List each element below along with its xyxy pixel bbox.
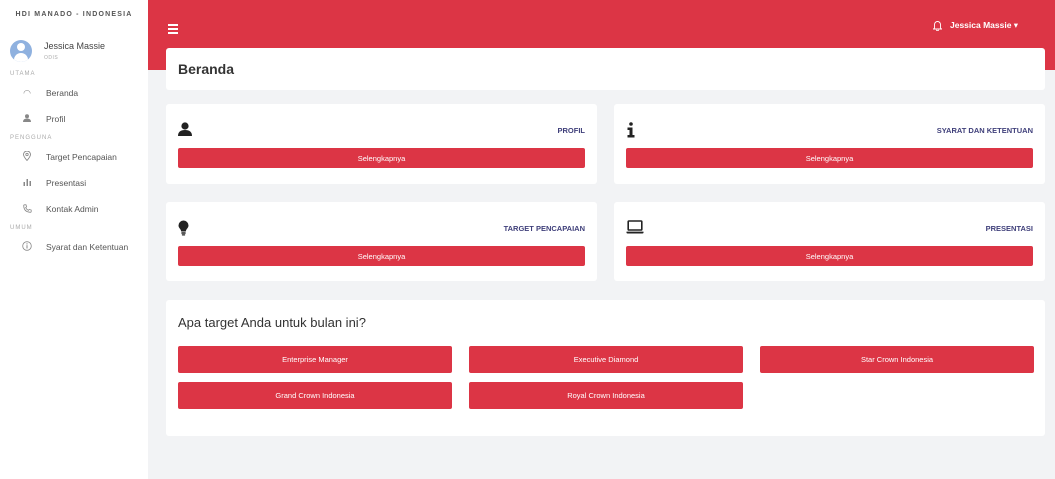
sidebar-item-label: Kontak Admin — [46, 204, 99, 214]
sidebar-item-label: Target Pencapaian — [46, 152, 117, 162]
sidebar-item-presentasi[interactable]: Presentasi — [0, 170, 148, 196]
sidebar-item-label: Profil — [46, 114, 66, 124]
phone-icon — [20, 203, 34, 215]
info-circle-icon — [20, 241, 34, 253]
card-label: PRESENTASI — [985, 224, 1033, 233]
page-title: Beranda — [166, 48, 1045, 90]
target-button-grand-crown-indonesia[interactable]: Grand Crown Indonesia — [178, 382, 452, 409]
bar-chart-icon — [20, 178, 34, 188]
user-menu-dropdown[interactable]: Jessica Massie ▾ — [950, 20, 1018, 31]
card-label: TARGET PENCAPAIAN — [503, 224, 585, 233]
card-label: SYARAT DAN KETENTUAN — [936, 126, 1033, 135]
dashboard-icon: ◠ — [23, 87, 31, 98]
sidebar-item-syarat-dan-ketentuan[interactable]: Syarat dan Ketentuan — [0, 234, 148, 260]
selengkapnya-button[interactable]: Selengkapnya — [178, 246, 585, 266]
info-icon — [626, 122, 642, 138]
target-button-enterprise-manager[interactable]: Enterprise Manager — [178, 346, 452, 373]
brand-name: HDI MANADO - INDONESIA — [15, 10, 133, 18]
section-utama: UTAMA — [10, 71, 36, 77]
sidebar-item-beranda[interactable]: ◠ Beranda — [0, 80, 148, 106]
selengkapnya-button[interactable]: Selengkapnya — [626, 148, 1033, 168]
user-icon — [178, 122, 194, 138]
sidebar: HDI MANADO - INDONESIA Jessica Massie OD… — [0, 0, 148, 479]
menu-toggle-icon[interactable] — [168, 24, 178, 36]
target-button-executive-diamond[interactable]: Executive Diamond — [469, 346, 743, 373]
sidebar-item-label: Syarat dan Ketentuan — [46, 242, 129, 252]
user-role: ODIS — [44, 55, 59, 61]
target-button-royal-crown-indonesia[interactable]: Royal Crown Indonesia — [469, 382, 743, 409]
card-target-pencapaian: TARGET PENCAPAIAN Selengkapnya — [166, 202, 597, 281]
avatar — [10, 40, 32, 62]
target-question: Apa target Anda untuk bulan ini? — [178, 315, 366, 330]
card-label: PROFIL — [557, 126, 586, 135]
section-pengguna: PENGGUNA — [10, 135, 53, 141]
target-section: Apa target Anda untuk bulan ini? Enterpr… — [166, 300, 1045, 436]
lightbulb-icon — [178, 220, 194, 236]
selengkapnya-button[interactable]: Selengkapnya — [626, 246, 1033, 266]
bell-icon[interactable] — [932, 20, 943, 32]
target-button-star-crown-indonesia[interactable]: Star Crown Indonesia — [760, 346, 1034, 373]
sidebar-item-profil[interactable]: Profil — [0, 106, 148, 132]
card-presentasi: PRESENTASI Selengkapnya — [614, 202, 1045, 281]
card-syarat-dan-ketentuan: SYARAT DAN KETENTUAN Selengkapnya — [614, 104, 1045, 184]
sidebar-item-kontak-admin[interactable]: Kontak Admin — [0, 196, 148, 222]
sidebar-user: Jessica Massie ODIS — [0, 28, 148, 68]
sidebar-item-label: Presentasi — [46, 178, 87, 188]
user-name: Jessica Massie — [44, 41, 106, 51]
map-pin-icon — [20, 150, 34, 163]
selengkapnya-button[interactable]: Selengkapnya — [178, 148, 585, 168]
user-icon — [20, 114, 34, 124]
section-umum: UMUM — [10, 225, 33, 231]
laptop-icon — [626, 220, 644, 236]
sidebar-item-target-pencapaian[interactable]: Target Pencapaian — [0, 144, 148, 170]
card-profil: PROFIL Selengkapnya — [166, 104, 597, 184]
sidebar-item-label: Beranda — [46, 88, 79, 98]
